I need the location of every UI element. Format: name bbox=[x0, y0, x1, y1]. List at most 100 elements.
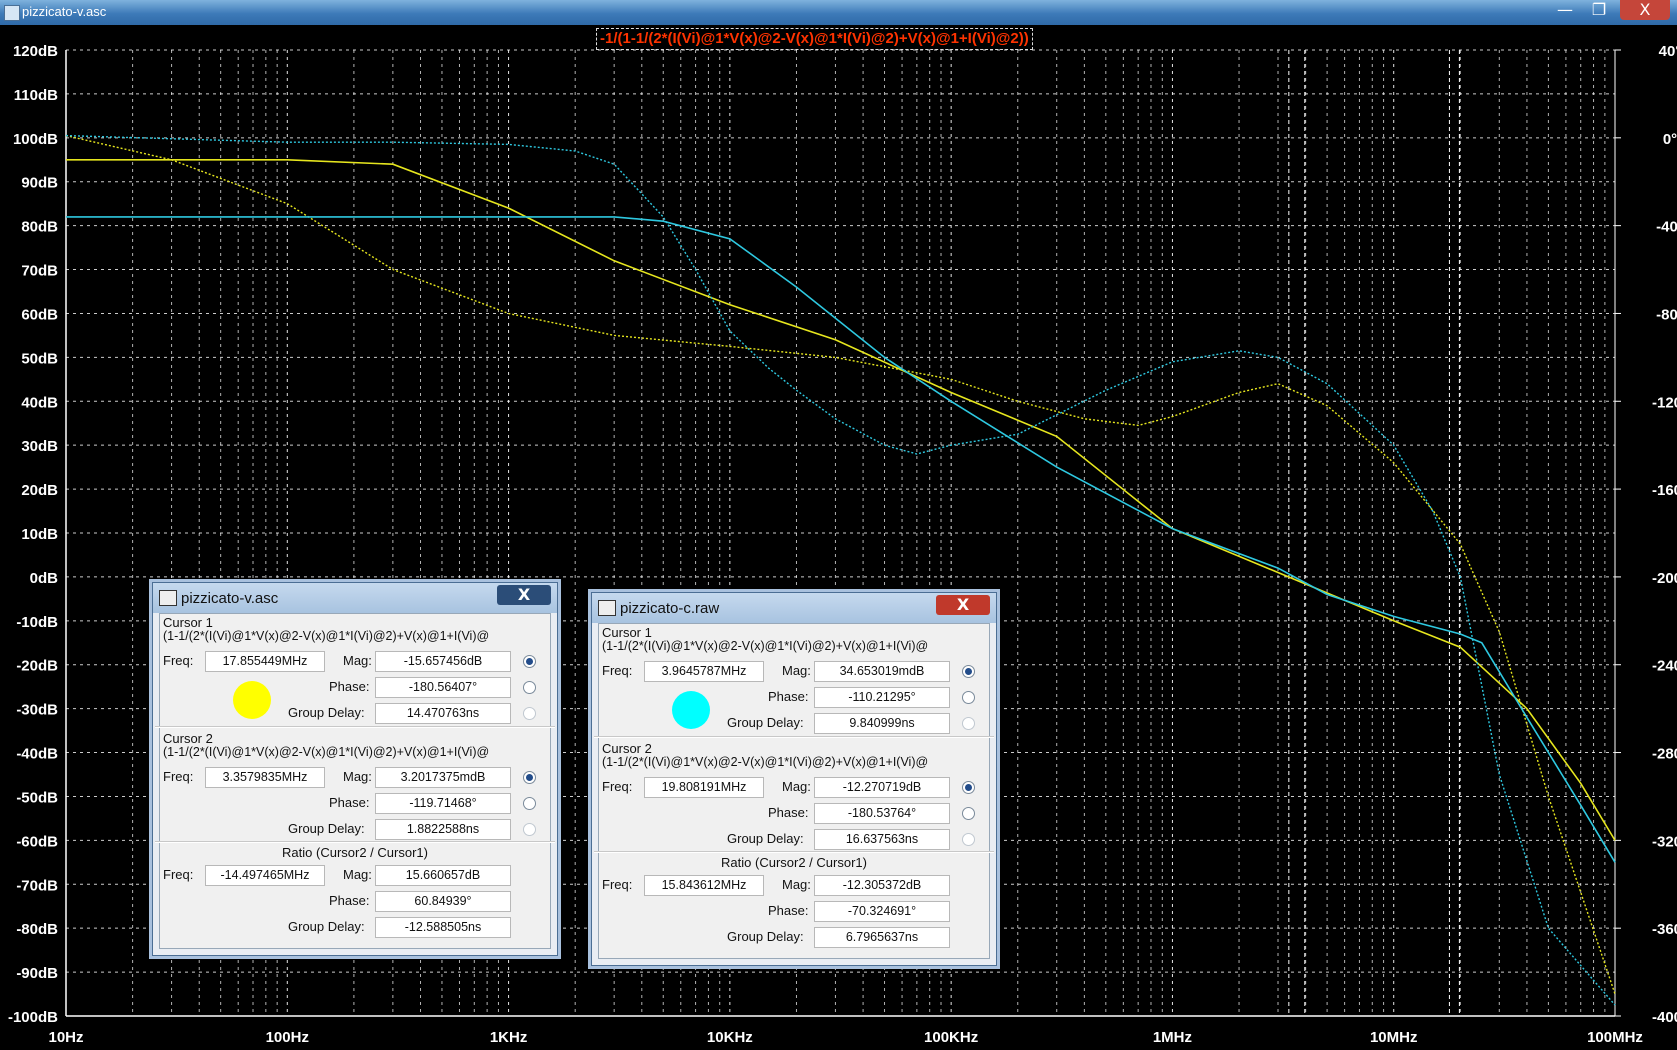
cursor2-phase-field: -180.53764° bbox=[814, 803, 950, 824]
phase-label: Phase: bbox=[329, 893, 370, 908]
divider bbox=[155, 726, 555, 728]
divider bbox=[594, 736, 994, 738]
mag-label: Mag: bbox=[343, 769, 372, 784]
y-tick-label-left: -90dB bbox=[16, 965, 58, 982]
cursor-dialog-v[interactable]: pizzicato-v.asc X Cursor 1 (1-1/(2*(I(Vi)… bbox=[152, 582, 558, 956]
phase-label: Phase: bbox=[768, 903, 809, 918]
y-tick-label-left: -100dB bbox=[8, 1009, 58, 1026]
cursor2-expression: (1-1/(2*(I(Vi)@1*V(x)@2-V(x)@1*I(Vi)@2)+… bbox=[163, 745, 490, 759]
y-tick-label-left: 10dB bbox=[21, 526, 58, 543]
cursor2-freq-field[interactable]: 3.3579835MHz bbox=[205, 767, 325, 788]
cursor1-mag-field: -15.657456dB bbox=[375, 651, 511, 672]
y-tick-label-right: 0° bbox=[1663, 131, 1677, 148]
cursor1-phase-radio[interactable] bbox=[962, 691, 975, 704]
cursor1-mag-radio[interactable] bbox=[523, 655, 536, 668]
group-delay-label: Group Delay: bbox=[727, 929, 804, 944]
cursor2-freq-field[interactable]: 19.808191MHz bbox=[644, 777, 764, 798]
cursor1-phase-field: -110.21295° bbox=[814, 687, 950, 708]
ratio-group-delay-field: -12.588505ns bbox=[375, 917, 511, 938]
y-tick-label-left: -10dB bbox=[16, 614, 58, 631]
cursor1-freq-field[interactable]: 17.855449MHz bbox=[205, 651, 325, 672]
cursor1-group-delay-radio[interactable] bbox=[523, 707, 536, 720]
cursor1-mag-radio[interactable] bbox=[962, 665, 975, 678]
y-tick-label-right: -360° bbox=[1652, 921, 1677, 938]
x-tick-label: 1KHz bbox=[490, 1029, 528, 1046]
y-tick-label-left: 20dB bbox=[21, 482, 58, 499]
cursor2-heading: Cursor 2 bbox=[602, 741, 652, 756]
y-tick-label-left: -40dB bbox=[16, 746, 58, 763]
dialog-caption[interactable]: pizzicato-v.asc X bbox=[153, 583, 557, 613]
ratio-freq-field: -14.497465MHz bbox=[205, 865, 325, 886]
y-tick-label-left: -50dB bbox=[16, 789, 58, 806]
y-tick-label-left: -80dB bbox=[16, 921, 58, 938]
y-tick-label-left: -20dB bbox=[16, 658, 58, 675]
cursor2-phase-field: -119.71468° bbox=[375, 793, 511, 814]
dialog-title: pizzicato-c.raw bbox=[620, 600, 720, 617]
ratio-group-delay-field: 6.7965637ns bbox=[814, 927, 950, 948]
y-tick-label-right: 40° bbox=[1659, 43, 1677, 60]
cursor2-heading: Cursor 2 bbox=[163, 731, 213, 746]
x-tick-label: 10MHz bbox=[1370, 1029, 1418, 1046]
cursor2-mag-field: 3.2017375mdB bbox=[375, 767, 511, 788]
ltspice-icon bbox=[598, 600, 616, 616]
cursor1-phase-field: -180.56407° bbox=[375, 677, 511, 698]
y-tick-label-right: -40° bbox=[1656, 219, 1677, 236]
x-tick-label: 10Hz bbox=[48, 1029, 83, 1046]
cursor2-phase-radio[interactable] bbox=[962, 807, 975, 820]
trace-color-dot bbox=[233, 681, 271, 719]
y-tick-label-right: -160° bbox=[1652, 482, 1677, 499]
y-tick-label-left: 40dB bbox=[21, 394, 58, 411]
dialog-close-button[interactable]: X bbox=[936, 595, 990, 615]
ltspice-icon bbox=[159, 590, 177, 606]
cursor-dialog-c[interactable]: pizzicato-c.raw X Cursor 1 (1-1/(2*(I(Vi)… bbox=[591, 592, 997, 966]
cursor1-mag-field: 34.653019mdB bbox=[814, 661, 950, 682]
y-tick-label-left: 110dB bbox=[14, 87, 58, 104]
ratio-heading: Ratio (Cursor2 / Cursor1) bbox=[282, 845, 428, 860]
y-tick-label-right: -280° bbox=[1652, 746, 1677, 763]
cursor2-group-delay-field: 16.637563ns bbox=[814, 829, 950, 850]
x-tick-label: 100Hz bbox=[266, 1029, 309, 1046]
cursor1-freq-field[interactable]: 3.9645787MHz bbox=[644, 661, 764, 682]
freq-label: Freq: bbox=[602, 663, 633, 678]
cursor2-mag-radio[interactable] bbox=[962, 781, 975, 794]
group-delay-label: Group Delay: bbox=[288, 705, 365, 720]
y-tick-label-left: 120dB bbox=[13, 43, 58, 60]
y-tick-label-right: -80° bbox=[1656, 306, 1677, 323]
group-delay-label: Group Delay: bbox=[727, 831, 804, 846]
ratio-phase-field: 60.84939° bbox=[375, 891, 511, 912]
cursor2-mag-radio[interactable] bbox=[523, 771, 536, 784]
y-tick-label-right: -320° bbox=[1652, 833, 1677, 850]
y-tick-label-left: 30dB bbox=[21, 438, 58, 455]
mag-label: Mag: bbox=[782, 663, 811, 678]
cursor1-expression: (1-1/(2*(I(Vi)@1*V(x)@2-V(x)@1*I(Vi)@2)+… bbox=[163, 629, 490, 643]
phase-label: Phase: bbox=[768, 689, 809, 704]
freq-label: Freq: bbox=[602, 779, 633, 794]
y-tick-label-left: 0dB bbox=[30, 570, 59, 587]
plot-trace-expression[interactable]: -1/(1-1/(2*(I(Vi)@1*V(x)@2-V(x)@1*I(Vi)@… bbox=[596, 28, 1033, 50]
cursor2-group-delay-radio[interactable] bbox=[962, 833, 975, 846]
group-delay-label: Group Delay: bbox=[727, 715, 804, 730]
mag-label: Mag: bbox=[782, 877, 811, 892]
cursor2-mag-field: -12.270719dB bbox=[814, 777, 950, 798]
x-tick-label: 100MHz bbox=[1587, 1029, 1643, 1046]
group-delay-label: Group Delay: bbox=[288, 919, 365, 934]
cursor2-phase-radio[interactable] bbox=[523, 797, 536, 810]
cursor1-heading: Cursor 1 bbox=[163, 615, 213, 630]
cursor2-group-delay-field: 1.8822588ns bbox=[375, 819, 511, 840]
dialog-close-button[interactable]: X bbox=[497, 585, 551, 605]
x-tick-label: 100KHz bbox=[924, 1029, 978, 1046]
y-tick-label-right: -120° bbox=[1652, 394, 1677, 411]
y-tick-label-left: -60dB bbox=[16, 833, 58, 850]
cursor1-expression: (1-1/(2*(I(Vi)@1*V(x)@2-V(x)@1*I(Vi)@2)+… bbox=[602, 639, 929, 653]
freq-label: Freq: bbox=[602, 877, 633, 892]
y-tick-label-left: 60dB bbox=[21, 306, 58, 323]
divider bbox=[594, 851, 994, 853]
x-tick-label: 10KHz bbox=[707, 1029, 753, 1046]
cursor1-group-delay-radio[interactable] bbox=[962, 717, 975, 730]
ratio-freq-field: 15.843612MHz bbox=[644, 875, 764, 896]
phase-label: Phase: bbox=[329, 795, 370, 810]
cursor2-group-delay-radio[interactable] bbox=[523, 823, 536, 836]
dialog-title: pizzicato-v.asc bbox=[181, 590, 279, 607]
dialog-caption[interactable]: pizzicato-c.raw X bbox=[592, 593, 996, 623]
cursor1-phase-radio[interactable] bbox=[523, 681, 536, 694]
